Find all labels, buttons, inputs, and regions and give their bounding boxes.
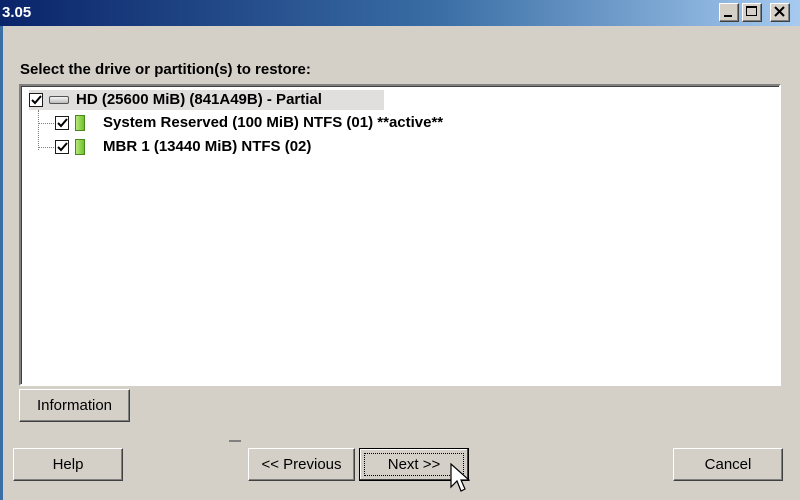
checkmark-icon (57, 142, 68, 152)
cancel-button[interactable]: Cancel (673, 448, 783, 481)
title-bar[interactable]: 3.05 (0, 0, 800, 26)
window-edge (0, 26, 3, 500)
help-button[interactable]: Help (13, 448, 123, 481)
drive-label: HD (25600 MiB) (841A49B) - Partial (76, 91, 322, 108)
drive-checkbox[interactable] (29, 93, 43, 107)
partition-icon (75, 115, 85, 131)
previous-button[interactable]: << Previous (248, 448, 355, 481)
tree-connector (38, 147, 54, 148)
checkmark-icon (31, 95, 42, 105)
mouse-cursor-icon (450, 463, 470, 492)
hard-drive-icon (49, 96, 69, 104)
partition-label: System Reserved (100 MiB) NTFS (01) **ac… (103, 114, 444, 131)
tree-connector (38, 110, 39, 150)
close-button[interactable] (770, 3, 790, 22)
maximize-button[interactable] (742, 3, 762, 22)
maximize-icon (746, 6, 757, 16)
partition-icon (75, 139, 85, 155)
window-title: 3.05 (2, 4, 32, 21)
separator (229, 440, 241, 442)
close-icon (774, 6, 785, 17)
restore-prompt: Select the drive or partition(s) to rest… (20, 61, 311, 78)
information-button[interactable]: Information (19, 389, 130, 422)
partition-checkbox[interactable] (55, 116, 69, 130)
partition-checkbox[interactable] (55, 140, 69, 154)
next-button-label: Next >> (387, 456, 441, 473)
tree-connector (38, 123, 54, 124)
minimize-icon (724, 15, 732, 17)
partition-label: MBR 1 (13440 MiB) NTFS (02) (103, 138, 312, 155)
partition-tree[interactable]: HD (25600 MiB) (841A49B) - Partial Syste… (19, 84, 781, 386)
minimize-button[interactable] (719, 3, 739, 22)
checkmark-icon (57, 118, 68, 128)
